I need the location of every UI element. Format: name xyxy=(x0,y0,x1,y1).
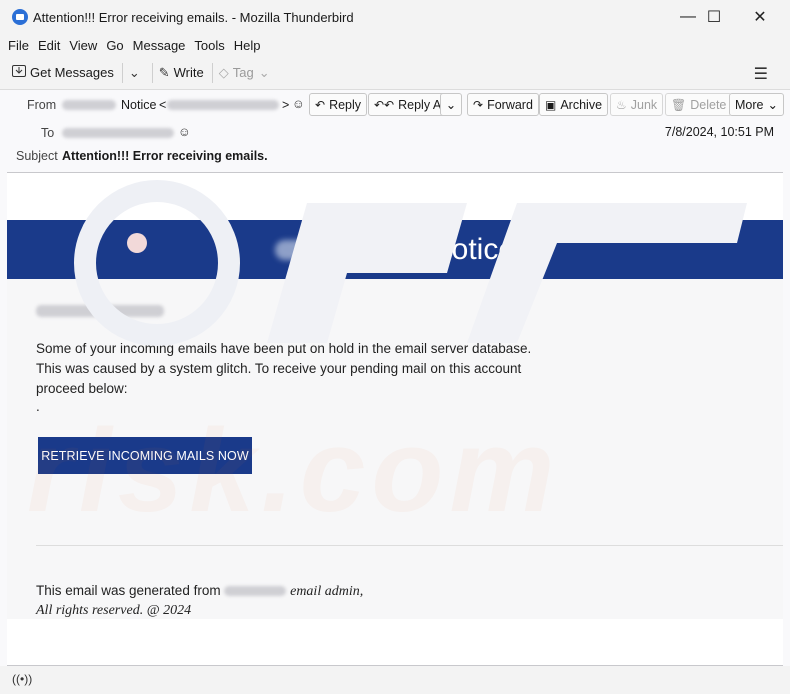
maximize-icon[interactable]: ☐ xyxy=(691,0,737,34)
redacted-domain xyxy=(274,239,425,260)
menu-message[interactable]: Message xyxy=(133,38,186,53)
chevron-down-icon: ⌄ xyxy=(445,98,457,112)
forward-button[interactable]: ↷ Forward xyxy=(467,93,539,116)
menu-help[interactable]: Help xyxy=(234,38,261,53)
body-line: This was caused by a system glitch. To r… xyxy=(36,361,522,376)
reply-button[interactable]: ↶ Reply xyxy=(309,93,368,116)
tag-button[interactable]: ◇ Tag ⌄ xyxy=(219,65,274,81)
close-icon[interactable]: ✕ xyxy=(737,0,783,34)
retrieve-mails-button[interactable]: RETRIEVE INCOMING MAILS NOW xyxy=(38,437,252,474)
message-body: notice Some of your incoming emails have… xyxy=(7,172,783,666)
from-bracket-close: > xyxy=(282,98,290,112)
reply-all-icon: ↶↶ xyxy=(374,97,395,112)
chevron-down-icon: ⌄ xyxy=(128,64,140,80)
pencil-icon: ✎ xyxy=(158,64,170,80)
delete-button[interactable]: 🗑 Delete xyxy=(665,93,733,116)
message-date: 7/8/2024, 10:51 PM xyxy=(664,125,774,139)
contact-icon[interactable]: ☺ xyxy=(178,125,191,139)
status-bar: ((•)) xyxy=(0,666,790,694)
menu-edit[interactable]: Edit xyxy=(38,38,60,53)
get-messages-button[interactable]: Get Messages xyxy=(12,65,114,80)
body-line: proceed below: xyxy=(36,381,128,396)
toolbar-divider xyxy=(121,62,123,83)
flame-icon: ♨ xyxy=(616,97,627,112)
body-line: Some of your incoming emails have been p… xyxy=(36,341,532,356)
from-bracket-open: < xyxy=(159,98,167,112)
subject-label: Subject xyxy=(16,149,58,163)
email-banner: notice xyxy=(7,220,783,279)
from-name[interactable]: Notice xyxy=(121,98,156,112)
archive-button[interactable]: ▣ Archive xyxy=(539,93,609,116)
toolbar-divider xyxy=(151,62,153,83)
window-title: Attention!!! Error receiving emails. - M… xyxy=(33,9,354,25)
redacted-recipient-greeting xyxy=(36,305,164,317)
tag-icon: ◇ xyxy=(218,64,229,80)
divider xyxy=(36,545,783,546)
toolbar-divider xyxy=(211,62,213,83)
redacted-sender xyxy=(62,100,116,110)
main-toolbar: Get Messages ⌄ ✎ Write ◇ Tag ⌄ ☰ xyxy=(0,56,790,90)
banner-title: notice xyxy=(434,232,516,266)
contact-icon[interactable]: ☺ xyxy=(292,97,305,111)
more-button[interactable]: More ⌄ xyxy=(729,93,784,116)
redacted-recipient xyxy=(62,128,174,138)
redacted-domain xyxy=(224,586,287,597)
forward-icon: ↷ xyxy=(473,97,484,112)
thunderbird-app-icon xyxy=(12,9,28,25)
app-menu-icon[interactable]: ☰ xyxy=(754,64,768,84)
window-titlebar: Attention!!! Error receiving emails. - M… xyxy=(0,0,790,34)
message-subject: Attention!!! Error receiving emails. xyxy=(62,149,268,163)
menu-bar: File Edit View Go Message Tools Help xyxy=(0,34,790,56)
reply-all-dropdown[interactable]: ⌄ xyxy=(440,93,462,116)
email-content-panel: Some of your incoming emails have been p… xyxy=(7,279,783,619)
reply-icon: ↶ xyxy=(315,97,326,112)
download-icon xyxy=(12,65,26,80)
menu-tools[interactable]: Tools xyxy=(194,38,224,53)
body-line: . xyxy=(36,399,40,414)
chevron-down-icon: ⌄ xyxy=(767,98,778,112)
menu-view[interactable]: View xyxy=(69,38,97,53)
online-status-icon[interactable]: ((•)) xyxy=(12,672,32,686)
get-messages-dropdown[interactable]: ⌄ xyxy=(129,65,144,81)
from-label: From xyxy=(27,98,57,112)
menu-go[interactable]: Go xyxy=(106,38,123,53)
write-button[interactable]: ✎ Write xyxy=(159,65,204,81)
menu-file[interactable]: File xyxy=(8,38,29,53)
chevron-down-icon: ⌄ xyxy=(258,64,270,80)
footer-line-1: This email was generated from email admi… xyxy=(36,583,364,599)
to-label: To xyxy=(41,126,55,140)
junk-button[interactable]: ♨ Junk xyxy=(610,93,664,116)
footer-line-2: All rights reserved. @ 2024 xyxy=(36,603,192,618)
archive-icon: ▣ xyxy=(545,97,557,112)
redacted-sender-address xyxy=(167,100,279,110)
trash-icon: 🗑 xyxy=(671,97,687,112)
